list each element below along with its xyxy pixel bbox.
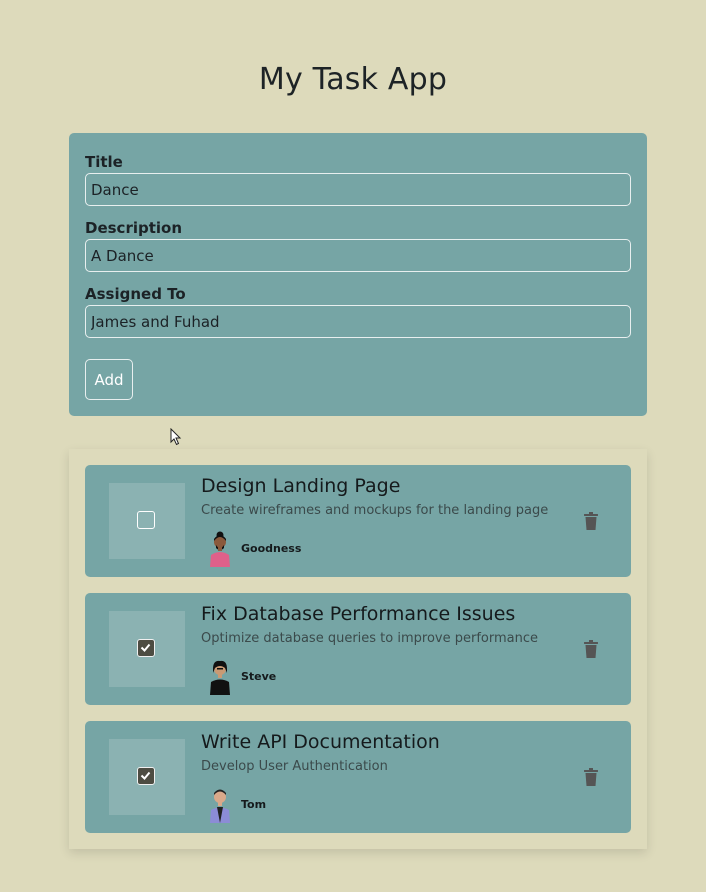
task-description: Optimize database queries to improve per… [201, 631, 538, 646]
trash-icon[interactable] [583, 640, 599, 658]
task-card: Write API Documentation Develop User Aut… [85, 721, 631, 833]
avatar-icon [210, 660, 230, 695]
task-checkbox[interactable] [137, 511, 155, 529]
task-title: Design Landing Page [201, 475, 401, 497]
app-title: My Task App [258, 62, 448, 97]
assigned-to-label: Assigned To [85, 285, 186, 303]
add-button[interactable]: Add [85, 359, 133, 400]
task-title: Fix Database Performance Issues [201, 603, 516, 625]
task-assignee: Goodness [241, 542, 302, 555]
avatar-icon [210, 789, 230, 823]
trash-icon[interactable] [583, 768, 599, 786]
task-card: Fix Database Performance Issues Optimize… [85, 593, 631, 705]
title-label: Title [85, 153, 123, 171]
assigned-to-input[interactable] [85, 305, 631, 338]
task-checkbox[interactable] [137, 639, 155, 657]
check-icon [140, 643, 151, 652]
task-description: Create wireframes and mockups for the la… [201, 503, 549, 518]
task-checkbox[interactable] [137, 767, 155, 785]
task-form: Title Description Assigned To Add [69, 133, 647, 416]
cursor-icon [170, 428, 182, 446]
task-assignee: Tom [241, 798, 267, 811]
title-input[interactable] [85, 173, 631, 206]
task-card: Design Landing Page Create wireframes an… [85, 465, 631, 577]
task-title: Write API Documentation [201, 731, 440, 753]
description-input[interactable] [85, 239, 631, 272]
task-assignee: Steve [241, 670, 277, 683]
avatar-icon [210, 531, 230, 567]
check-icon [140, 771, 151, 780]
trash-icon[interactable] [583, 512, 599, 530]
task-description: Develop User Authentication [201, 759, 388, 774]
task-list: Design Landing Page Create wireframes an… [69, 449, 647, 849]
description-label: Description [85, 219, 183, 237]
